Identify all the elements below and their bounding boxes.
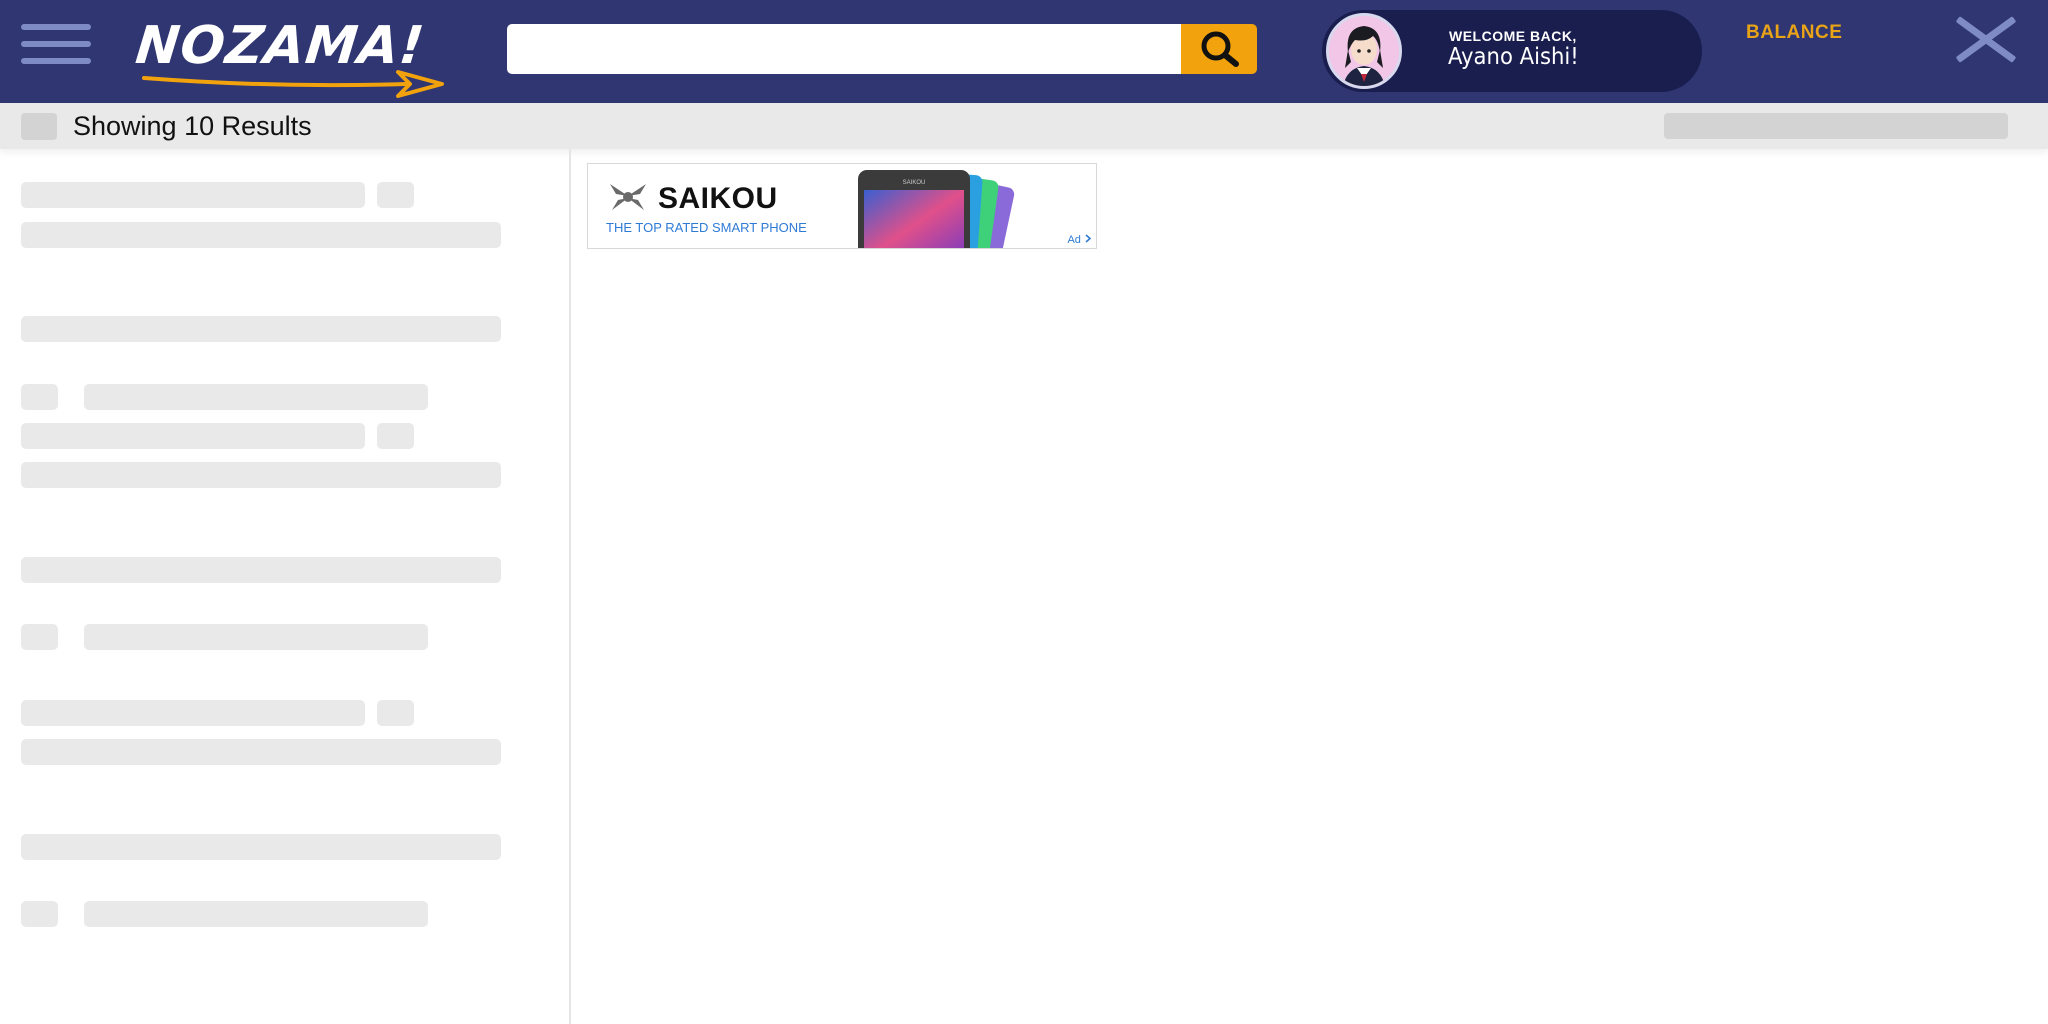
skeleton-chip: [21, 384, 58, 410]
avatar[interactable]: [1326, 13, 1402, 89]
skeleton-chip: [21, 901, 58, 927]
skeleton-line: [84, 384, 428, 410]
close-icon[interactable]: [1955, 16, 2017, 63]
logo-swoosh-icon: [142, 70, 444, 98]
ad-badge[interactable]: Ad: [1067, 234, 1092, 246]
ad-badge-label: Ad: [1067, 234, 1081, 246]
skeleton-chip: [21, 624, 58, 650]
welcome-label: WELCOME BACK,: [1449, 28, 1577, 44]
ad-tagline: THE TOP RATED SMART PHONE: [606, 220, 807, 235]
user-name: Ayano Aishi!: [1448, 44, 1579, 70]
skeleton-line: [84, 901, 428, 927]
search-button[interactable]: [1181, 24, 1257, 74]
welcome-panel[interactable]: WELCOME BACK, Ayano Aishi!: [1322, 10, 1702, 92]
skeleton-line: [21, 222, 501, 248]
skeleton-chip: [377, 182, 414, 208]
skeleton-line: [21, 462, 501, 488]
nozama-logo[interactable]: NOZAMA!: [133, 14, 448, 98]
smartphone-image: SAIKOU: [858, 170, 1015, 248]
skeleton-line: [21, 739, 501, 765]
ad-arrow-icon: [1085, 234, 1092, 243]
skeleton-line: [21, 182, 365, 208]
ad-banner[interactable]: SAIKOU THE TOP RATED SMART PHONE SAIKOU …: [587, 163, 1097, 249]
menu-icon[interactable]: [21, 24, 91, 64]
search-input[interactable]: [507, 24, 1182, 74]
skeleton-line: [21, 423, 365, 449]
skeleton-chip: [377, 700, 414, 726]
skeleton-chip: [377, 423, 414, 449]
balance-link[interactable]: BALANCE: [1746, 22, 1842, 44]
skeleton-line: [21, 834, 501, 860]
saikou-logo-icon: [610, 184, 646, 210]
select-all-checkbox[interactable]: [21, 113, 57, 140]
search-icon: [1201, 31, 1239, 67]
skeleton-line: [21, 316, 501, 342]
ad-brand: SAIKOU: [658, 182, 778, 215]
skeleton-line: [84, 624, 428, 650]
sort-dropdown-placeholder[interactable]: [1664, 113, 2008, 139]
top-header: NOZAMA! WELCOME BACK, Ayano Aishi! BALAN…: [0, 0, 2048, 103]
filter-sidebar: [0, 149, 571, 1024]
phone-screen-label: SAIKOU: [903, 180, 926, 186]
results-bar: Showing 10 Results: [0, 103, 2048, 149]
results-count: Showing 10 Results: [73, 111, 312, 141]
skeleton-line: [21, 557, 501, 583]
skeleton-line: [21, 700, 365, 726]
